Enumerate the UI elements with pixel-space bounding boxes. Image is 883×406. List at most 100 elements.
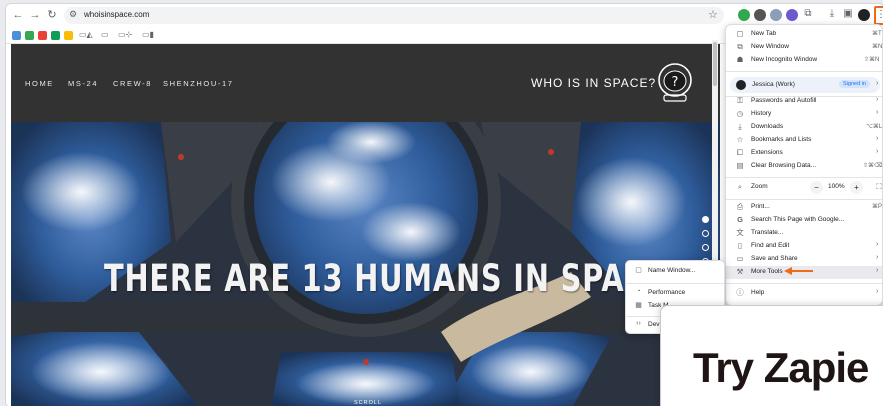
bookmark-folder-icon[interactable]: ▭◭ [79, 30, 93, 39]
extension-gray-icon[interactable] [770, 9, 782, 21]
trash-icon: ▤ [736, 161, 744, 170]
profile-avatar[interactable] [858, 9, 870, 21]
chevron-right-icon: › [876, 148, 879, 155]
print-icon: ⎙ [737, 202, 743, 211]
menu-downloads[interactable]: ⤓ Downloads ⌥⌘L [726, 121, 882, 134]
extensions-puzzle-icon[interactable]: ⧉ [802, 8, 814, 19]
find-icon: ▯ [737, 241, 743, 250]
astronaut-helmet-icon: ? [658, 63, 692, 102]
fullscreen-icon[interactable]: ⛶ [874, 182, 882, 192]
bookmark-folder-icon[interactable]: ▭▮ [142, 30, 154, 39]
download-icon: ⤓ [738, 122, 742, 131]
extension-green-icon[interactable] [738, 9, 750, 21]
site-header: HOME MS-24 CREW-8 SHENZHOU-17 WHO IS IN … [11, 44, 720, 122]
chevron-right-icon: › [876, 96, 879, 103]
scroll-indicator[interactable]: SCROLL [354, 400, 382, 406]
bookmark-gmail-icon[interactable] [38, 31, 47, 40]
menu-clear-browsing-data[interactable]: ▤ Clear Browsing Data... ⇧⌘⌫ [726, 160, 882, 173]
slide-dot-1[interactable] [702, 216, 709, 223]
menu-passwords-autofill[interactable]: ⚿ Passwords and Autofill › [726, 95, 882, 108]
nav-crew-8[interactable]: CREW-8 [113, 79, 152, 88]
zoom-level: 100% [828, 183, 845, 190]
zapier-promo-card: Try Zapie [660, 305, 883, 406]
zoom-magnifier-icon: ⌕ [737, 182, 743, 191]
menu-new-tab[interactable]: ▢ New Tab ⌘T [726, 28, 882, 41]
menu-print[interactable]: ⎙ Print... ⌘P [726, 201, 882, 214]
menu-save-share[interactable]: ▭ Save and Share › [726, 253, 882, 266]
download-toolbar-icon[interactable]: ⤓ [826, 8, 838, 19]
menu-help[interactable]: ⓘ Help › [726, 287, 882, 300]
menu-profile-row[interactable]: Jessica (Work) Signed in › [730, 77, 880, 93]
menu-find-edit[interactable]: ▯ Find and Edit › [726, 240, 882, 253]
chrome-menu-button[interactable]: ⋮ [874, 6, 883, 25]
history-icon: ◷ [736, 109, 744, 118]
web-page: HOME MS-24 CREW-8 SHENZHOU-17 WHO IS IN … [11, 44, 720, 406]
bookmark-star-icon[interactable]: ☆ [708, 8, 718, 21]
menu-history[interactable]: ◷ History › [726, 108, 882, 121]
slide-dot-3[interactable] [702, 244, 709, 251]
star-icon: ☆ [736, 135, 744, 144]
nav-home[interactable]: HOME [25, 79, 54, 88]
forward-icon[interactable]: → [28, 8, 42, 22]
submenu-divider [626, 283, 724, 284]
menu-divider [726, 199, 882, 200]
menu-search-page-google[interactable]: G Search This Page with Google... [726, 214, 882, 227]
code-icon: ‹› [636, 320, 641, 327]
google-icon: G [737, 215, 743, 224]
nav-ms-24[interactable]: MS-24 [68, 79, 98, 88]
menu-zoom-row: ⌕ Zoom − 100% + ⛶ [726, 181, 882, 194]
signed-in-badge: Signed in [839, 80, 870, 88]
zoom-in-button[interactable]: + [850, 181, 863, 194]
menu-bookmarks-lists[interactable]: ☆ Bookmarks and Lists › [726, 134, 882, 147]
chevron-right-icon: › [876, 241, 879, 248]
key-icon: ⚿ [737, 96, 743, 105]
chevron-right-icon: › [876, 254, 879, 261]
bookmark-folder-icon[interactable]: ▭⊹ [118, 30, 132, 39]
zoom-out-button[interactable]: − [810, 181, 823, 194]
side-panel-icon[interactable]: ▣ [842, 8, 854, 19]
extension-gear-icon[interactable] [754, 9, 766, 21]
hero-headline: THERE ARE 13 HUMANS IN SPACE [104, 257, 668, 300]
nav-shenzhou-17[interactable]: SHENZHOU-17 [163, 79, 234, 88]
menu-divider [726, 71, 882, 72]
chevron-right-icon: › [876, 80, 879, 87]
slide-dot-2[interactable] [702, 230, 709, 237]
menu-new-window[interactable]: ⧉ New Window ⌘N [726, 41, 882, 54]
annotation-arrow-icon [784, 267, 813, 275]
extension-icon: ⧠ [737, 148, 743, 157]
address-bar[interactable]: ⚙ whoisinspace.com ☆ [64, 7, 724, 24]
hero-section: THERE ARE 13 HUMANS IN SPACE SCROLL [11, 122, 720, 406]
menu-extensions[interactable]: ⧠ Extensions › [726, 147, 882, 160]
chevron-right-icon: › [876, 288, 879, 295]
submenu-name-window[interactable]: ▢ Name Window... [626, 265, 724, 278]
site-title[interactable]: WHO IS IN SPACE? [531, 76, 656, 90]
save-icon: ▭ [736, 254, 744, 263]
menu-divider [726, 283, 882, 284]
chevron-right-icon: › [876, 135, 879, 142]
menu-new-incognito-window[interactable]: ☗ New Incognito Window ⇧⌘N [726, 54, 882, 67]
toolbox-icon: ⚒ [736, 267, 744, 276]
profile-avatar-icon [736, 80, 746, 90]
bookmark-folder-icon[interactable]: ▭ [101, 30, 109, 39]
url-text: whoisinspace.com [84, 10, 150, 19]
menu-translate[interactable]: 文 Translate... [726, 227, 882, 240]
submenu-performance[interactable]: ◔ Performance [626, 287, 724, 300]
reload-icon[interactable]: ↻ [45, 8, 59, 22]
task-manager-icon: ▦ [635, 302, 642, 309]
chrome-main-menu: ▢ New Tab ⌘T ⧉ New Window ⌘N ☗ New Incog… [725, 24, 883, 306]
help-icon: ⓘ [736, 288, 744, 297]
incognito-icon: ☗ [736, 55, 744, 64]
bookmark-drive-icon[interactable] [25, 31, 34, 40]
bookmark-apps-icon[interactable] [12, 31, 21, 40]
new-window-icon: ⧉ [737, 42, 743, 51]
bookmark-yellow-icon[interactable] [64, 31, 73, 40]
performance-icon: ◔ [636, 288, 641, 295]
chevron-right-icon: › [876, 109, 879, 116]
back-icon[interactable]: ← [11, 8, 25, 22]
extension-purple-icon[interactable] [786, 9, 798, 21]
menu-divider [726, 177, 882, 178]
scrollbar-thumb[interactable] [713, 42, 717, 86]
site-info-icon[interactable]: ⚙ [69, 9, 77, 20]
zapier-promo-text: Try Zapie [693, 344, 869, 391]
bookmark-sheets-icon[interactable] [51, 31, 60, 40]
